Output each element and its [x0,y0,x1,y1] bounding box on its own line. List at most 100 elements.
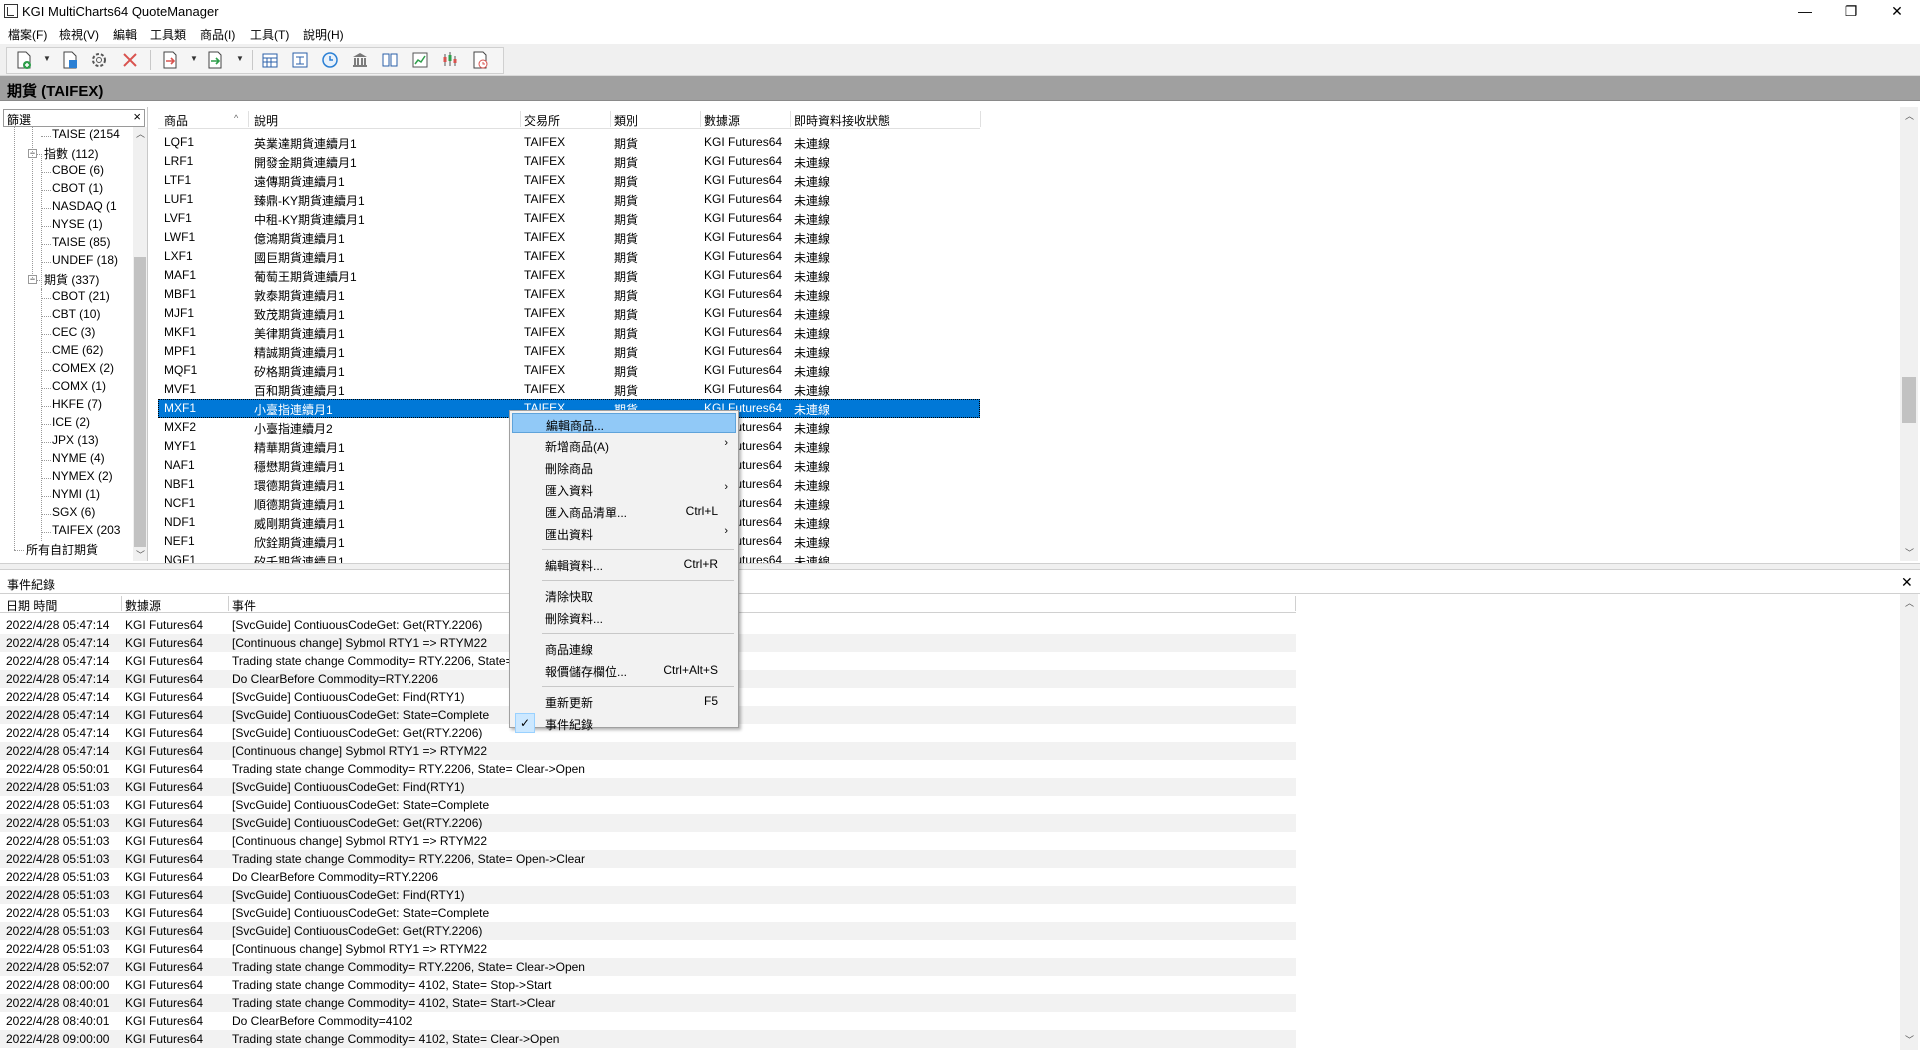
event-row[interactable]: 2022/4/28 05:51:03 KGI Futures64 [Continuo… [0,832,1296,850]
scroll-up-icon[interactable]: ︿ [136,127,145,140]
schedule-icon[interactable] [470,50,490,70]
tree-node[interactable]: NASDAQ (1 [52,199,117,217]
table-row[interactable]: MQF1 矽格期貨連續月1 TAIFEX 期貨 KGI Futures64 未連線 [158,361,980,380]
col-category[interactable]: 類別 [614,112,638,129]
events-scroll-up-icon[interactable]: ︿ [1905,596,1914,609]
grid-scrollbar[interactable]: ︿ ﹀ [1900,107,1918,561]
context-menu-item[interactable]: 編輯商品... [512,413,736,433]
context-menu-item[interactable]: 匯入商品清單... Ctrl+L [512,501,736,521]
col-exchange[interactable]: 交易所 [524,112,560,129]
event-row[interactable]: 2022/4/28 08:40:01 KGI Futures64 Trading s… [0,994,1296,1012]
chart-download-icon[interactable] [410,50,430,70]
new-dropdown-icon[interactable]: ▼ [43,54,51,63]
col-symbol[interactable]: 商品 [164,112,188,129]
table-row[interactable]: MJF1 致茂期貨連續月1 TAIFEX 期貨 KGI Futures64 未連線 [158,304,980,323]
tree-node[interactable]: TAIFEX (203 [52,523,120,541]
context-menu-item[interactable]: 匯入資料 › [512,479,736,499]
scroll-down-icon[interactable]: ﹀ [136,548,145,561]
table-row[interactable]: LVF1 中租-KY期貨連續月1 TAIFEX 期貨 KGI Futures64 未連線 [158,209,980,228]
event-row[interactable]: 2022/4/28 05:51:03 KGI Futures64 [SvcGuide… [0,904,1296,922]
table-row[interactable]: MBF1 敦泰期貨連續月1 TAIFEX 期貨 KGI Futures64 未連線 [158,285,980,304]
tree-node[interactable]: NYSE (1) [52,217,103,235]
table-row[interactable]: LRF1 開發金期貨連續月1 TAIFEX 期貨 KGI Futures64 未連線 [158,152,980,171]
col-event-datasource[interactable]: 數據源 [125,597,161,614]
filter-close-icon[interactable]: × [133,109,141,124]
tree-node[interactable]: UNDEF (18) [52,253,118,271]
grid-scroll-up-icon[interactable]: ︿ [1905,109,1914,122]
menu-file[interactable]: 檔案(F) [8,26,47,43]
tree-node[interactable]: NYMEX (2) [52,469,113,487]
tree-node[interactable]: 所有自訂期貨 [26,541,98,559]
tree-node[interactable]: 期貨 (337) [44,271,99,289]
filter-scrollbar[interactable]: ︿ ﹀ [133,127,147,561]
table-row[interactable]: LXF1 國巨期貨連續月1 TAIFEX 期貨 KGI Futures64 未連線 [158,247,980,266]
col-event[interactable]: 事件 [232,597,256,614]
context-menu-item[interactable]: 刪除商品 [512,457,736,477]
event-row[interactable]: 2022/4/28 05:51:03 KGI Futures64 [SvcGuide… [0,814,1296,832]
session-icon[interactable] [290,50,310,70]
context-menu-item[interactable]: 編輯資料... Ctrl+R [512,554,736,574]
import-icon[interactable] [160,50,180,70]
filter-tree[interactable]: TAISE (2154 指數 (112) − CBOE (6) CBOT (1) NASD… [0,127,134,561]
add-data-icon[interactable] [60,50,80,70]
tree-node[interactable]: CBT (10) [52,307,100,325]
event-row[interactable]: 2022/4/28 05:50:01 KGI Futures64 Trading s… [0,760,1296,778]
event-row[interactable]: 2022/4/28 08:00:00 KGI Futures64 Trading s… [0,976,1296,994]
table-row[interactable]: MKF1 美律期貨連續月1 TAIFEX 期貨 KGI Futures64 未連線 [158,323,980,342]
menu-edit[interactable]: 編輯 [113,26,137,43]
context-menu-item[interactable]: 新增商品(A) › [512,435,736,455]
new-instrument-icon[interactable] [14,50,34,70]
tree-node[interactable]: 指數 (112) [44,145,98,163]
tree-node[interactable]: NYME (4) [52,451,105,469]
tree-node[interactable]: CBOE (6) [52,163,104,181]
tree-node[interactable]: TAISE (2154 [52,127,120,145]
tree-node[interactable]: COMX (1) [52,379,106,397]
event-row[interactable]: 2022/4/28 05:52:07 KGI Futures64 Trading s… [0,958,1296,976]
tree-node[interactable]: TAISE (85) [52,235,110,253]
col-datasource[interactable]: 數據源 [704,112,740,129]
import-dropdown-icon[interactable]: ▼ [190,54,198,63]
tree-node[interactable]: COMEX (2) [52,361,114,379]
tree-node[interactable]: CEC (3) [52,325,95,343]
export-icon[interactable] [205,50,225,70]
context-menu-item[interactable]: 刪除資料... [512,607,736,627]
delete-icon[interactable] [120,50,140,70]
event-row[interactable]: 2022/4/28 09:00:00 KGI Futures64 Trading s… [0,1030,1296,1048]
event-row[interactable]: 2022/4/28 05:51:03 KGI Futures64 [SvcGuide… [0,922,1296,940]
events-scroll-down-icon[interactable]: ﹀ [1905,1033,1914,1046]
menu-help[interactable]: 說明(H) [303,26,344,43]
export-dropdown-icon[interactable]: ▼ [236,54,244,63]
clock-icon[interactable] [320,50,340,70]
minimize-button[interactable]: — [1782,0,1828,24]
panel-splitter[interactable] [0,563,1920,570]
menu-tools[interactable]: 工具(T) [250,26,289,43]
menu-instrument[interactable]: 商品(I) [200,26,235,43]
event-row[interactable]: 2022/4/28 05:51:03 KGI Futures64 [SvcGuide… [0,886,1296,904]
context-menu-item[interactable]: 商品連線 [512,638,736,658]
close-button[interactable]: ✕ [1874,0,1920,24]
exchange-icon[interactable] [350,50,370,70]
col-realtime-status[interactable]: 即時資料接收狀態 [794,112,890,129]
table-row[interactable]: LUF1 臻鼎-KY期貨連續月1 TAIFEX 期貨 KGI Futures64 未連線 [158,190,980,209]
event-row[interactable]: 2022/4/28 05:51:03 KGI Futures64 Do ClearB… [0,868,1296,886]
table-row[interactable]: LTF1 遠傳期貨連續月1 TAIFEX 期貨 KGI Futures64 未連線 [158,171,980,190]
table-row[interactable]: MAF1 葡萄王期貨連續月1 TAIFEX 期貨 KGI Futures64 未連線 [158,266,980,285]
event-row[interactable]: 2022/4/28 05:51:03 KGI Futures64 [SvcGuide… [0,796,1296,814]
tree-node[interactable]: CBOT (21) [52,289,110,307]
table-row[interactable]: MVF1 百和期貨連續月1 TAIFEX 期貨 KGI Futures64 未連線 [158,380,980,399]
calendar-icon[interactable] [260,50,280,70]
tree-node[interactable]: SGX (6) [52,505,95,523]
tree-node[interactable]: CBOT (1) [52,181,103,199]
context-menu-item[interactable]: 報價儲存欄位... Ctrl+Alt+S [512,660,736,680]
settings-gear-icon[interactable] [89,50,109,70]
context-menu-item[interactable]: 清除快取 [512,585,736,605]
event-row[interactable]: 2022/4/28 08:40:01 KGI Futures64 Do ClearB… [0,1012,1296,1030]
tree-node[interactable]: CME (62) [52,343,103,361]
table-row[interactable]: MPF1 精誠期貨連續月1 TAIFEX 期貨 KGI Futures64 未連線 [158,342,980,361]
context-menu-item[interactable]: 事件紀錄 ✓ [512,713,736,733]
table-row[interactable]: LWF1 億鴻期貨連續月1 TAIFEX 期貨 KGI Futures64 未連線 [158,228,980,247]
table-row[interactable]: LQF1 英業達期貨連續月1 TAIFEX 期貨 KGI Futures64 未連線 [158,133,980,152]
tree-node[interactable]: JPX (13) [52,433,99,451]
event-row[interactable]: 2022/4/28 05:51:03 KGI Futures64 [SvcGuide… [0,778,1296,796]
tree-node[interactable]: NYMI (1) [52,487,100,505]
